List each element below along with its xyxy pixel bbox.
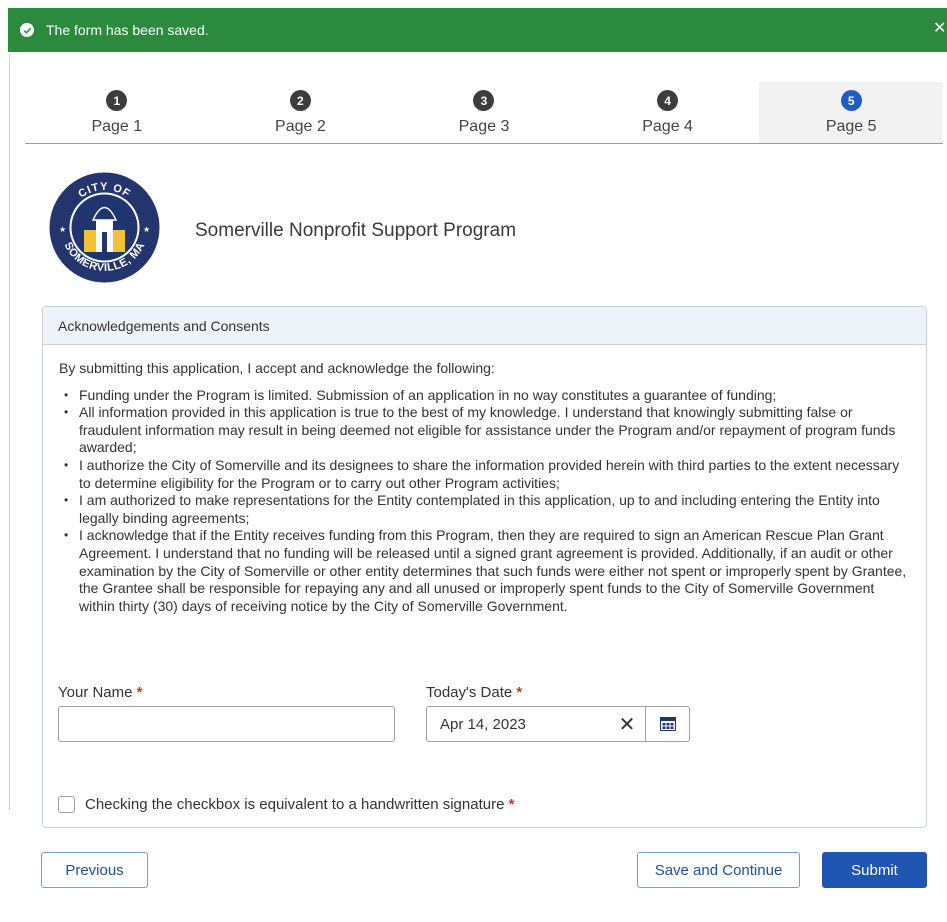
step-number: 3 [473, 90, 495, 111]
step-number: 1 [106, 90, 128, 111]
submit-button[interactable]: Submit [822, 852, 927, 888]
required-mark: * [516, 684, 523, 701]
date-picker: Apr 14, 2023 ✕ [426, 706, 690, 742]
your-name-input[interactable] [58, 706, 395, 742]
field-label-text: Today's Date [426, 684, 513, 701]
step-page-1[interactable]: 1 Page 1 [25, 82, 209, 143]
step-label: Page 2 [275, 118, 326, 135]
signature-checkbox[interactable] [58, 796, 75, 813]
step-page-2[interactable]: 2 Page 2 [209, 82, 393, 143]
required-mark: * [136, 684, 143, 701]
toast-message: The form has been saved. [46, 22, 209, 38]
check-circle-icon [20, 23, 34, 37]
acknowledgement-list: Funding under the Program is limited. Su… [59, 387, 911, 616]
field-label-text: Your Name [58, 684, 133, 701]
step-page-5[interactable]: 5 Page 5 [759, 82, 943, 143]
step-page-3[interactable]: 3 Page 3 [392, 82, 576, 143]
required-mark: * [508, 796, 515, 813]
todays-date-label: Today's Date * [426, 684, 522, 701]
panel-title: Acknowledgements and Consents [43, 307, 926, 345]
step-number: 2 [289, 90, 311, 111]
checkbox-label-text: Checking the checkbox is equivalent to a… [85, 796, 505, 813]
success-toast: The form has been saved. ✕ [8, 8, 947, 52]
step-label: Page 1 [91, 118, 143, 135]
svg-text:★: ★ [59, 225, 66, 234]
list-item: I authorize the City of Somerville and i… [59, 457, 911, 492]
step-number: 5 [840, 90, 862, 111]
step-number: 4 [657, 90, 679, 111]
city-seal-logo: CITY OF SOMERVILLE, MA ★ ★ [48, 171, 161, 284]
calendar-icon[interactable] [645, 707, 689, 741]
your-name-label: Your Name * [58, 684, 143, 701]
list-item: Funding under the Program is limited. Su… [59, 387, 911, 405]
list-item: All information provided in this applica… [59, 404, 911, 457]
close-icon[interactable]: ✕ [933, 20, 947, 38]
signature-checkbox-label[interactable]: Checking the checkbox is equivalent to a… [85, 796, 514, 813]
modal-left-border [9, 54, 10, 810]
page-stepper: 1 Page 1 2 Page 2 3 Page 3 4 Page 4 5 Pa… [25, 82, 943, 144]
list-item: I acknowledge that if the Entity receive… [59, 527, 911, 615]
step-page-4[interactable]: 4 Page 4 [576, 82, 760, 143]
step-label: Page 3 [458, 118, 510, 135]
program-title: Somerville Nonprofit Support Program [195, 220, 517, 241]
save-and-continue-button[interactable]: Save and Continue [637, 852, 800, 888]
step-label: Page 4 [642, 118, 693, 135]
acknowledgements-panel: Acknowledgements and Consents By submitt… [42, 306, 927, 828]
intro-text: By submitting this application, I accept… [59, 360, 495, 376]
date-input[interactable]: Apr 14, 2023 [427, 707, 609, 741]
list-item: I am authorized to make representations … [59, 492, 911, 527]
clear-icon[interactable]: ✕ [609, 707, 645, 741]
step-label: Page 5 [825, 118, 877, 135]
svg-text:★: ★ [143, 225, 150, 234]
previous-button[interactable]: Previous [41, 852, 148, 888]
